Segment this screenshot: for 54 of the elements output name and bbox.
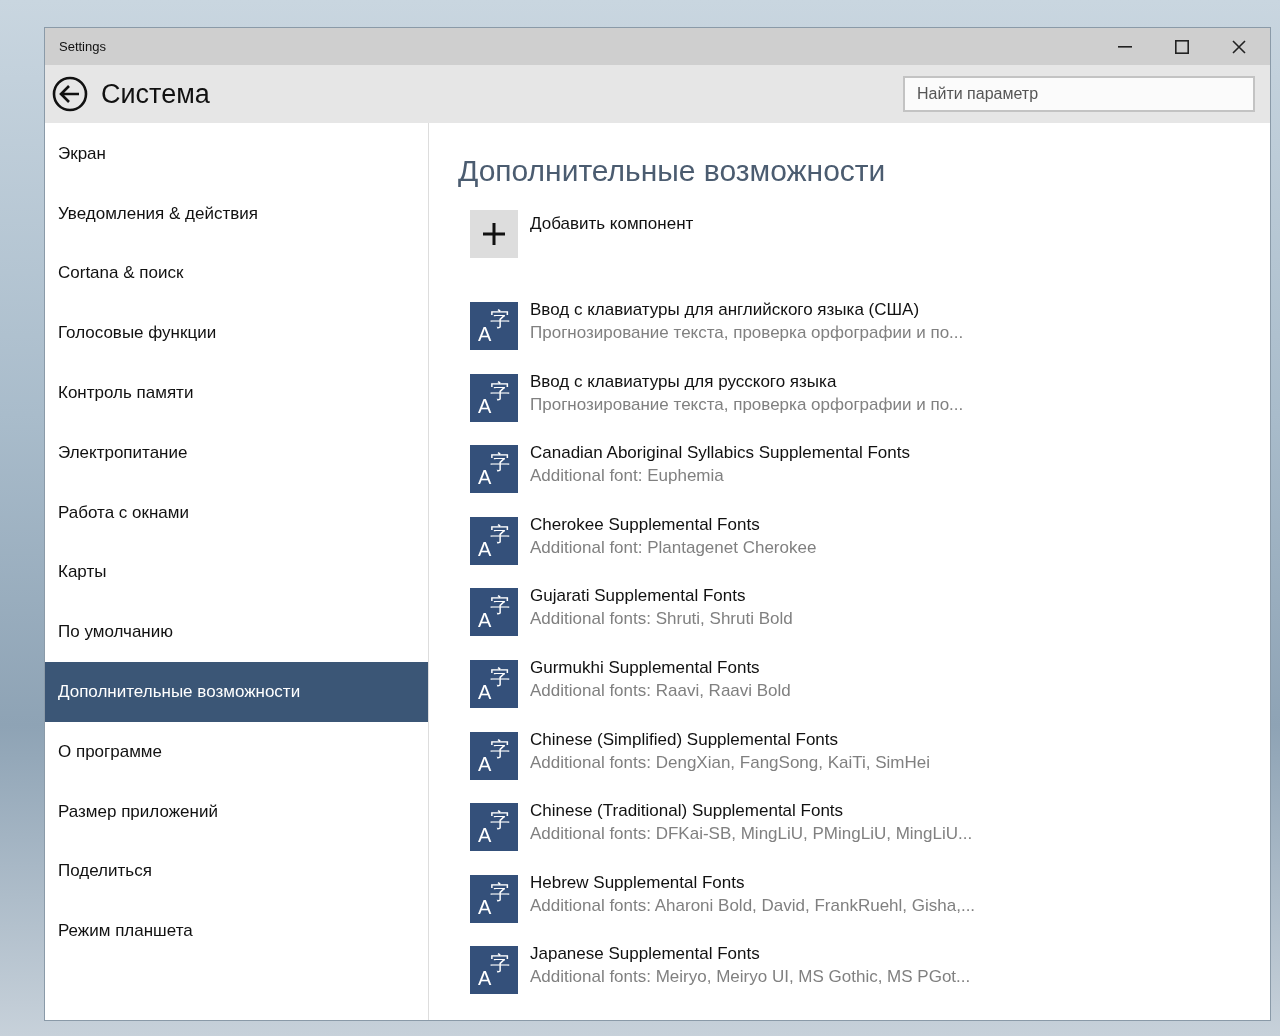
feature-description: Прогнозирование текста, проверка орфографии и по... bbox=[530, 394, 964, 415]
feature-title[interactable]: Chinese (Traditional) Supplemental Fonts bbox=[530, 801, 973, 822]
sidebar-item[interactable]: Режим планшета bbox=[45, 901, 428, 962]
language-icon: A 字 bbox=[470, 373, 518, 422]
back-icon[interactable] bbox=[52, 76, 88, 112]
window-title: Settings bbox=[59, 39, 106, 54]
sidebar-item[interactable]: Карты bbox=[45, 542, 428, 603]
feature-description: Additional fonts: Meiryo, Meiryo UI, MS Gothic, MS PGot... bbox=[530, 967, 971, 988]
page-title: Система bbox=[101, 78, 210, 110]
feature-title[interactable]: Canadian Aboriginal Syllabics Supplemental Fonts bbox=[530, 443, 910, 464]
feature-description: Additional fonts: Aharoni Bold, David, FrankRuehl, Gisha,... bbox=[530, 895, 976, 916]
language-icon: A 字 bbox=[470, 874, 518, 923]
feature-description: Additional fonts: Raavi, Raavi Bold bbox=[530, 680, 791, 701]
feature-description: Additional font: Plantagenet Cherokee bbox=[530, 537, 817, 558]
feature-description: Additional font: Euphemia bbox=[530, 466, 725, 487]
feature-description: Additional fonts: DengXian, FangSong, KaiTi, SimHei bbox=[530, 752, 931, 773]
minimize-icon[interactable] bbox=[1118, 45, 1132, 48]
sidebar-item[interactable]: Работа с окнами bbox=[45, 482, 428, 543]
language-icon: A 字 bbox=[470, 946, 518, 995]
add-feature-link[interactable]: Добавить компонент bbox=[530, 214, 694, 234]
sidebar-item[interactable]: По умолчанию bbox=[45, 602, 428, 663]
feature-title[interactable]: Ввод с клавиатуры для русского языка bbox=[530, 371, 964, 392]
language-icon: A 字 bbox=[470, 803, 518, 852]
section-heading: Дополнительные возможности bbox=[458, 154, 887, 188]
maximize-icon[interactable] bbox=[1175, 39, 1189, 54]
feature-description: Additional fonts: Shruti, Shruti Bold bbox=[530, 609, 793, 630]
feature-description: Additional fonts: DFKai-SB, MingLiU, PMingLiU, MingLiU... bbox=[530, 824, 973, 845]
language-icon: A 字 bbox=[470, 302, 518, 350]
close-icon[interactable] bbox=[1232, 39, 1246, 54]
feature-title[interactable]: Gurmukhi Supplemental Fonts bbox=[530, 657, 791, 678]
sidebar-item[interactable]: Электропитание bbox=[45, 423, 428, 483]
language-icon: A 字 bbox=[470, 445, 518, 494]
search-field[interactable]: Найти параметр bbox=[903, 76, 1255, 112]
sidebar-item[interactable]: Поделиться bbox=[45, 841, 428, 902]
language-icon: A 字 bbox=[470, 659, 518, 708]
sidebar-item[interactable]: Размер приложений bbox=[45, 781, 428, 842]
plus-icon[interactable] bbox=[470, 210, 518, 258]
sidebar-item[interactable]: Cortana & поиск bbox=[45, 243, 428, 304]
sidebar-item[interactable]: Голосовые функции bbox=[45, 303, 428, 364]
feature-description: Прогнозирование текста, проверка орфографии и по... bbox=[530, 323, 964, 343]
sidebar-item[interactable]: Дополнительные возможности bbox=[45, 662, 428, 722]
feature-title[interactable]: Gujarati Supplemental Fonts bbox=[530, 586, 793, 607]
feature-title[interactable]: Japanese Supplemental Fonts bbox=[530, 944, 971, 965]
feature-title[interactable]: Ввод с клавиатуры для английского языка (США) bbox=[530, 300, 964, 320]
sidebar-item[interactable]: О программе bbox=[45, 721, 428, 782]
language-icon: A 字 bbox=[470, 731, 518, 780]
sidebar-item[interactable]: Экран bbox=[45, 124, 428, 184]
feature-title[interactable]: Cherokee Supplemental Fonts bbox=[530, 514, 817, 535]
language-icon: A 字 bbox=[470, 588, 518, 637]
language-icon: A 字 bbox=[470, 516, 518, 565]
sidebar-item[interactable]: Контроль памяти bbox=[45, 363, 428, 423]
feature-title[interactable]: Hebrew Supplemental Fonts bbox=[530, 872, 976, 893]
sidebar-item[interactable]: Уведомления & действия bbox=[45, 183, 428, 244]
feature-title[interactable]: Chinese (Simplified) Supplemental Fonts bbox=[530, 729, 931, 750]
